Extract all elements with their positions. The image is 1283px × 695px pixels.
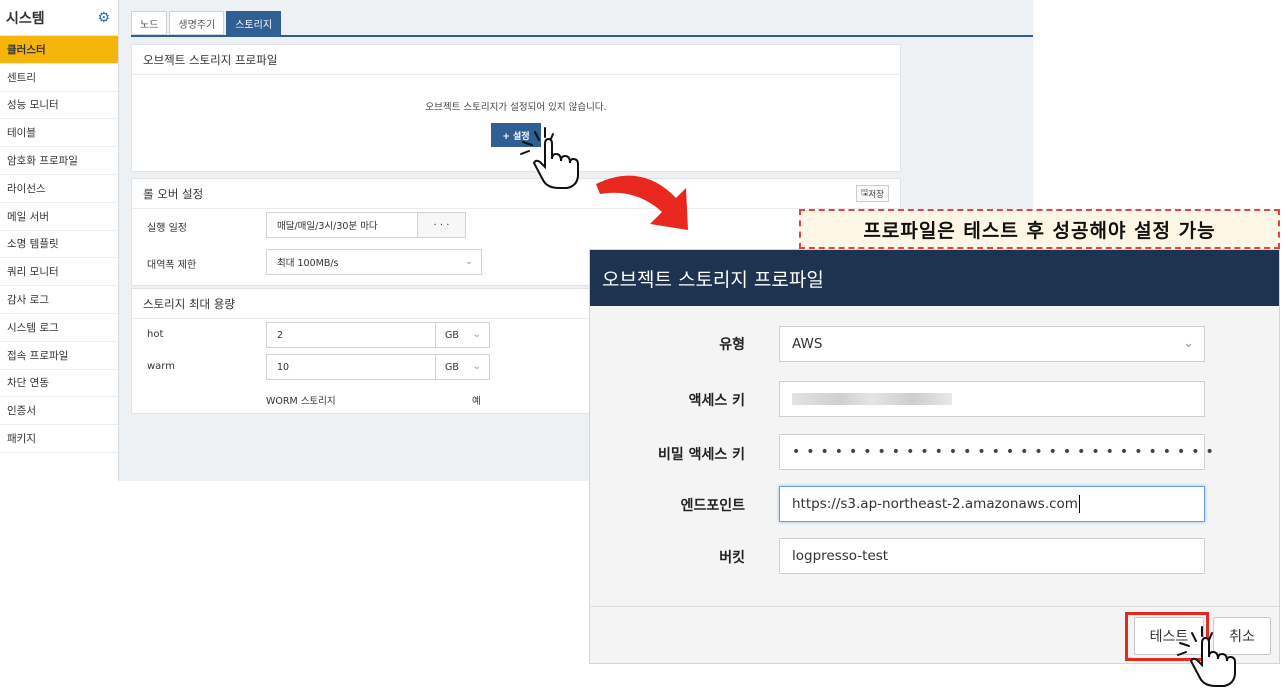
tab-underline: [131, 35, 1033, 37]
chevron-down-icon: ⌄: [464, 256, 473, 267]
sidebar-item[interactable]: 클러스터: [0, 36, 118, 64]
sidebar-item[interactable]: 메일 서버: [0, 203, 118, 231]
chevron-down-icon: ⌄: [472, 329, 481, 340]
secret-key-label: 비밀 액세스 키: [657, 447, 745, 463]
sidebar-item[interactable]: 쿼리 모니터: [0, 258, 118, 287]
dialog-footer: [590, 606, 1279, 607]
text-cursor: [1078, 495, 1080, 513]
hot-input[interactable]: 2: [266, 322, 436, 348]
bucket-label: 버킷: [719, 550, 745, 566]
sidebar-item[interactable]: 암호화 프로파일: [0, 147, 118, 175]
endpoint-input[interactable]: https://s3.ap-northeast-2.amazonaws.com: [779, 486, 1205, 522]
secret-key-input[interactable]: ••••••••••••••••••••••••••••••: [779, 434, 1214, 470]
warm-label: warm: [147, 361, 175, 372]
sidebar-item[interactable]: 차단 연동: [0, 370, 118, 398]
storage-profile-dialog: 오브젝트 스토리지 프로파일 유형 AWS ⌄ 액세스 키 비밀 액세스 키 •…: [589, 249, 1280, 664]
sidebar: 시스템 ⚙ 클러스터 센트리 성능 모니터 테이블 암호화 프로파일 라이선스 메일 서버 소…: [0, 0, 119, 481]
red-arrow-icon: [596, 175, 688, 230]
callout-note: 프로파일은 테스트 후 성공해야 설정 가능: [799, 209, 1280, 249]
bucket-input[interactable]: logpresso-test: [779, 538, 1205, 574]
sidebar-item[interactable]: 인증서: [0, 397, 118, 426]
schedule-field[interactable]: 매달/매일/3시/30분 마다: [266, 212, 418, 238]
type-value: AWS: [792, 336, 823, 352]
sidebar-item[interactable]: 패키지: [0, 425, 118, 453]
capacity-panel: 스토리지 최대 용량 hot 2 GB ⌄ warm 10 GB ⌄ WORM …: [131, 288, 601, 414]
pointer-hand-icon: [1177, 626, 1236, 687]
hot-label: hot: [147, 329, 164, 340]
dialog-title: 오브젝트 스토리지 프로파일: [590, 250, 1279, 306]
bucket-value: logpresso-test: [792, 548, 889, 564]
tab-bar: 노드 생명주기 스토리지: [131, 11, 282, 35]
bandwidth-value: 최대 100MB/s: [277, 258, 339, 269]
bandwidth-select[interactable]: 최대 100MB/s ⌄: [266, 249, 482, 275]
warm-input[interactable]: 10: [266, 354, 436, 380]
type-label: 유형: [719, 337, 745, 353]
warm-unit-value: GB: [445, 361, 459, 373]
sidebar-item[interactable]: 성능 모니터: [0, 92, 118, 120]
save-label: 저장: [868, 189, 884, 200]
sidebar-item[interactable]: 시스템 로그: [0, 314, 118, 342]
tab-storage[interactable]: 스토리지: [226, 11, 282, 35]
access-key-label: 액세스 키: [688, 393, 745, 409]
panel-title: 오브젝트 스토리지 프로파일: [132, 45, 900, 75]
hot-unit-value: GB: [445, 329, 459, 341]
schedule-more-button[interactable]: · · ·: [417, 212, 466, 238]
sidebar-header: 시스템 ⚙: [0, 0, 118, 36]
gear-icon[interactable]: ⚙: [97, 10, 110, 26]
worm-value: 예: [472, 396, 481, 407]
sidebar-title: 시스템: [6, 10, 45, 27]
worm-label: WORM 스토리지: [266, 396, 336, 407]
chevron-down-icon: ⌄: [472, 361, 481, 372]
sidebar-item[interactable]: 소명 템플릿: [0, 231, 118, 259]
sidebar-item[interactable]: 접속 프로파일: [0, 342, 118, 370]
bandwidth-label: 대역폭 제한: [147, 260, 197, 271]
pointer-hand-icon: [520, 127, 579, 189]
save-icon: 🖫: [861, 187, 869, 198]
schedule-label: 실행 일정: [147, 223, 187, 234]
type-select[interactable]: AWS ⌄: [779, 326, 1205, 362]
redacted-value: [792, 393, 952, 405]
sidebar-item[interactable]: 라이선스: [0, 175, 118, 203]
save-button[interactable]: 🖫 저장: [856, 185, 889, 202]
panel-title: 스토리지 최대 용량: [132, 289, 600, 319]
warm-unit-select[interactable]: GB ⌄: [435, 354, 490, 380]
sidebar-item[interactable]: 테이블: [0, 119, 118, 148]
endpoint-label: 엔드포인트: [680, 498, 745, 514]
sidebar-list: 클러스터 센트리 성능 모니터 테이블 암호화 프로파일 라이선스 메일 서버 소명 템플릿 쿼…: [0, 36, 118, 453]
secret-key-value: ••••••••••••••••••••••••••••••: [792, 444, 1220, 460]
sidebar-item[interactable]: 감사 로그: [0, 286, 118, 314]
endpoint-value: https://s3.ap-northeast-2.amazonaws.com: [792, 496, 1078, 512]
access-key-input[interactable]: [779, 381, 1205, 417]
sidebar-item[interactable]: 센트리: [0, 64, 118, 92]
empty-message: 오브젝트 스토리지가 설정되어 있지 않습니다.: [425, 102, 607, 113]
tab-lifecycle[interactable]: 생명주기: [169, 11, 225, 35]
hot-unit-select[interactable]: GB ⌄: [435, 322, 490, 348]
chevron-down-icon: ⌄: [1183, 336, 1194, 351]
tab-node[interactable]: 노드: [131, 11, 168, 35]
